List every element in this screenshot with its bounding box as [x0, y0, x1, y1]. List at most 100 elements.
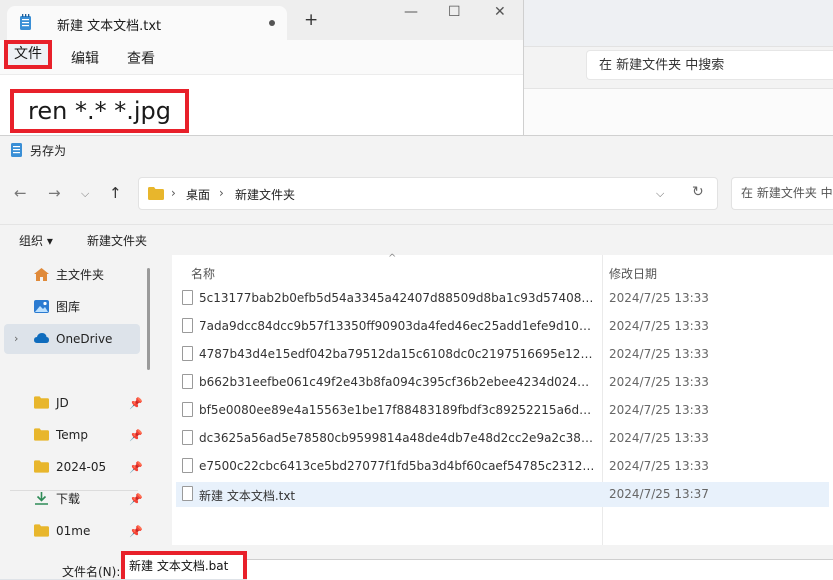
download-icon	[35, 492, 48, 505]
file-name: 新建 文本文档.txt	[199, 489, 296, 503]
cloud-icon	[34, 333, 49, 343]
background-title-bar	[520, 0, 833, 47]
file-icon	[182, 290, 193, 305]
file-date: 2024/7/25 13:33	[609, 291, 709, 305]
file-icon	[182, 318, 193, 333]
sidebar-item-2024-05[interactable]: 2024-05 📌	[4, 452, 143, 482]
notepad-tab-bar: 新建 文本文档.txt + — ☐ ✕	[0, 0, 523, 40]
pin-icon: 📌	[129, 493, 143, 506]
background-search-box[interactable]: 在 新建文件夹 中搜索	[586, 50, 833, 80]
file-icon	[182, 374, 193, 389]
notepad-menu-bar: 编辑 查看	[0, 40, 523, 104]
file-row[interactable]: 5c13177bab2b0efb5d54a3345a42407d88509d8b…	[176, 286, 829, 311]
new-tab-button[interactable]: +	[304, 12, 318, 29]
file-name: dc3625a56ad5e78580cb9599814a48de4db7e48d…	[199, 431, 596, 445]
recent-chevron-icon[interactable]: ⌵	[81, 187, 89, 201]
file-date: 2024/7/25 13:33	[609, 431, 709, 445]
refresh-icon[interactable]: ↻	[692, 184, 704, 200]
maximize-button[interactable]: ☐	[448, 4, 461, 20]
sidebar-item-01me[interactable]: 01me 📌	[4, 516, 143, 546]
file-name: 4787b43d4e15edf042ba79512da15c6108dc0c21…	[199, 347, 596, 361]
file-row[interactable]: e7500c22cbc6413ce5bd27077f1fd5ba3d4bf60c…	[176, 454, 829, 479]
minimize-button[interactable]: —	[404, 4, 418, 20]
filename-field-background[interactable]	[247, 559, 833, 580]
breadcrumb-new-folder[interactable]: 新建文件夹	[235, 186, 295, 203]
sidebar-item-gallery[interactable]: 图库	[4, 292, 140, 322]
file-date: 2024/7/25 13:33	[609, 375, 709, 389]
menu-file-highlighted[interactable]: 文件	[4, 40, 52, 69]
pin-icon: 📌	[129, 397, 143, 410]
sidebar-item-jd[interactable]: JD 📌	[4, 388, 143, 418]
notepad-tab[interactable]: 新建 文本文档.txt	[7, 6, 287, 40]
address-dropdown-icon[interactable]: ⌵	[656, 187, 664, 201]
dialog-search-box[interactable]: 在 新建文件夹 中搜	[731, 177, 833, 210]
navigation-pane: 主文件夹 图库 › OneDrive JD 📌 Temp 📌 2024-05 📌	[0, 255, 160, 579]
folder-icon	[34, 524, 49, 537]
column-header-name[interactable]: 名称	[191, 265, 215, 282]
sidebar-item-label: OneDrive	[56, 332, 113, 346]
sidebar-item-onedrive[interactable]: › OneDrive	[4, 324, 140, 354]
address-bar[interactable]: › 桌面 › 新建文件夹 ⌵ ↻	[138, 177, 718, 210]
sidebar-item-label: 主文件夹	[56, 268, 105, 282]
file-date: 2024/7/25 13:33	[609, 403, 709, 417]
filename-row: 文件名(N): 新建 文本文档.bat	[0, 551, 833, 580]
file-row[interactable]: 7ada9dcc84dcc9b57f13350ff90903da4fed46ec…	[176, 314, 829, 339]
dialog-title: 另存为	[30, 144, 67, 158]
folder-icon	[34, 396, 49, 409]
expand-chevron-icon[interactable]: ›	[14, 324, 18, 354]
folder-icon	[34, 428, 49, 441]
unsaved-dot-icon[interactable]	[269, 20, 275, 26]
breadcrumb-desktop[interactable]: 桌面	[186, 186, 210, 203]
file-date: 2024/7/25 13:37	[609, 487, 709, 501]
file-date: 2024/7/25 13:33	[609, 319, 709, 333]
text-file-icon	[182, 486, 193, 501]
sidebar-item-label: 01me	[56, 524, 91, 538]
pin-icon: 📌	[129, 429, 143, 442]
sort-ascending-icon: ^	[388, 253, 397, 264]
home-icon	[34, 268, 49, 281]
file-row[interactable]: b662b31eefbe061c49f2e43b8fa094c395cf36b2…	[176, 370, 829, 395]
forward-arrow-icon[interactable]: →	[48, 184, 61, 202]
notepad-window: 新建 文本文档.txt + — ☐ ✕ 编辑 查看 文件 ren *.* *.j…	[0, 0, 524, 138]
dialog-toolbar: 组织 ▾ 新建文件夹	[0, 224, 833, 255]
filename-input-highlighted[interactable]: 新建 文本文档.bat	[121, 551, 247, 579]
file-row[interactable]: dc3625a56ad5e78580cb9599814a48de4db7e48d…	[176, 426, 829, 451]
column-header-modified[interactable]: 修改日期	[609, 265, 657, 282]
breadcrumb-separator-icon: ›	[171, 186, 176, 200]
file-icon	[182, 430, 193, 445]
sidebar-item-label: Temp	[56, 428, 88, 442]
file-icon	[182, 458, 193, 473]
save-as-dialog: 另存为 ← → ⌵ ↑ › 桌面 › 新建文件夹 ⌵ ↻ 在 新建文件夹 中搜 …	[0, 135, 833, 580]
file-date: 2024/7/25 13:33	[609, 459, 709, 473]
file-name: 5c13177bab2b0efb5d54a3345a42407d88509d8b…	[199, 291, 596, 305]
file-name: b662b31eefbe061c49f2e43b8fa094c395cf36b2…	[199, 375, 596, 389]
notepad-icon	[20, 14, 31, 30]
file-list: ^ 名称 修改日期 5c13177bab2b0efb5d54a3345a4240…	[172, 253, 833, 545]
file-icon	[182, 346, 193, 361]
filename-label: 文件名(N):	[62, 565, 121, 579]
menu-view[interactable]: 查看	[127, 48, 155, 68]
sidebar-item-home[interactable]: 主文件夹	[4, 260, 140, 290]
file-row-selected[interactable]: 新建 文本文档.txt 2024/7/25 13:37	[176, 482, 829, 507]
notepad-content-highlighted[interactable]: ren *.* *.jpg	[10, 89, 189, 133]
file-icon	[182, 402, 193, 417]
breadcrumb-separator-icon: ›	[219, 186, 224, 200]
navigation-bar: ← → ⌵ ↑ › 桌面 › 新建文件夹 ⌵ ↻ 在 新建文件夹 中搜	[0, 174, 833, 214]
sidebar-scrollbar[interactable]	[147, 268, 150, 370]
background-explorer-window: 在 新建文件夹 中搜索	[520, 0, 833, 136]
sidebar-item-label: JD	[56, 396, 69, 410]
up-arrow-icon[interactable]: ↑	[109, 184, 122, 202]
file-row[interactable]: bf5e0080ee89e4a15563e1be17f88483189fbdf3…	[176, 398, 829, 423]
file-row[interactable]: 4787b43d4e15edf042ba79512da15c6108dc0c21…	[176, 342, 829, 367]
pin-icon: 📌	[129, 461, 143, 474]
dialog-title-bar: 另存为	[0, 136, 833, 164]
organize-button[interactable]: 组织 ▾	[19, 232, 53, 249]
new-folder-button[interactable]: 新建文件夹	[87, 232, 147, 249]
file-name: 7ada9dcc84dcc9b57f13350ff90903da4fed46ec…	[199, 319, 596, 333]
menu-edit[interactable]: 编辑	[71, 48, 99, 68]
sidebar-item-temp[interactable]: Temp 📌	[4, 420, 143, 450]
sidebar-item-downloads[interactable]: 下载 📌	[4, 484, 143, 514]
folder-icon	[34, 460, 49, 473]
close-button[interactable]: ✕	[494, 4, 506, 20]
back-arrow-icon[interactable]: ←	[14, 184, 27, 202]
